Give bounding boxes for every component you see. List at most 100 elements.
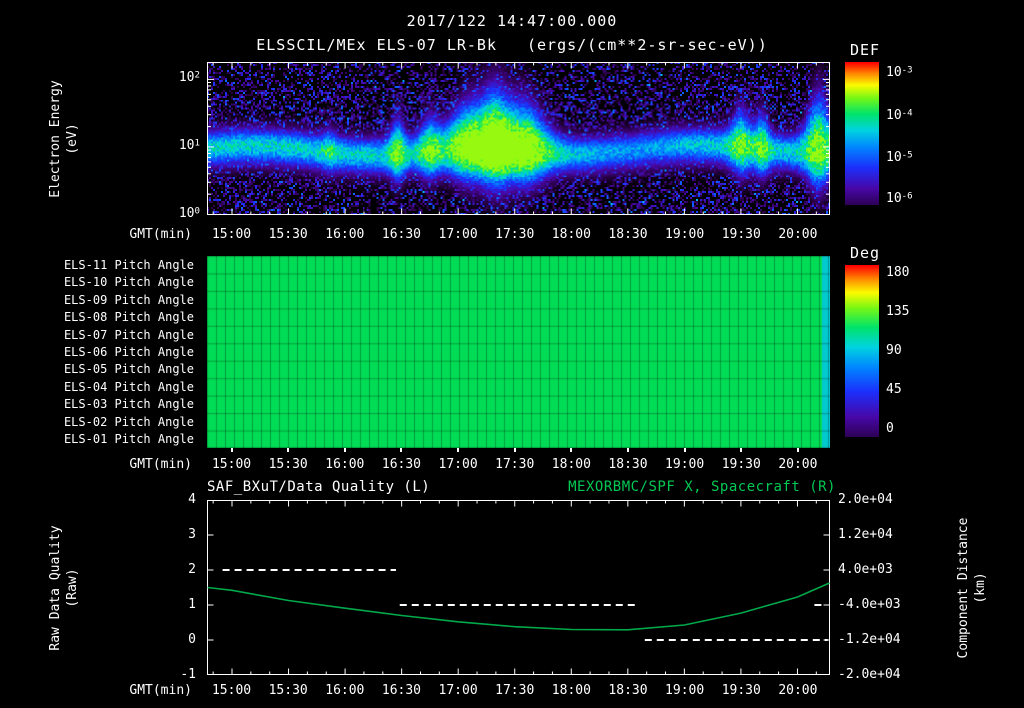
quality-tick-label: 1	[188, 597, 196, 612]
pitch-row-label: ELS-10 Pitch Angle	[63, 275, 194, 290]
colorbar-tick-label: 10-4	[886, 108, 913, 124]
time-tick-label: 20:00	[778, 683, 818, 698]
time-tick-label: 18:00	[551, 457, 591, 472]
energy-tick-label: 100	[178, 206, 200, 221]
quality-y-axis-label: Raw Data Quality (Raw)	[47, 525, 81, 650]
time-tick-label: 19:00	[665, 227, 705, 242]
spectrogram-panel	[207, 62, 830, 215]
time-tick-label: 18:00	[551, 683, 591, 698]
time-tick-label: 16:00	[325, 457, 365, 472]
time-tick-label: 18:30	[608, 457, 648, 472]
quality-y-axis-label-line2: (Raw)	[65, 568, 80, 608]
pitch-row-label: ELS-01 Pitch Angle	[63, 432, 194, 447]
bottom-title-right: MEXORBMC/SPF X, Spacecraft (R)	[568, 479, 836, 495]
pitch-angle-panel	[207, 256, 830, 448]
pitch-row-label: ELS-06 Pitch Angle	[63, 345, 194, 359]
time-tick-label: 16:00	[325, 683, 365, 698]
pitch-row-label: ELS-07 Pitch Angle	[63, 327, 194, 342]
time-tick-label: 17:30	[495, 457, 535, 472]
pitch-axis-tick	[740, 448, 743, 452]
pitch-axis-tick	[626, 448, 629, 452]
pitch-axis-tick	[683, 448, 686, 452]
quality-y-axis-label-line1: Raw Data Quality	[48, 525, 63, 651]
energy-tick-label: 101	[178, 138, 200, 153]
pitch-axis-tick	[400, 448, 403, 452]
spectrogram-y-axis-label: Electron Energy (eV)	[47, 80, 81, 197]
distance-tick-label: 1.2e+04	[838, 527, 893, 542]
pitch-axis-tick	[796, 448, 799, 452]
pitch-row-label: ELS-04 Pitch Angle	[63, 379, 194, 394]
pitch-row-labels: ELS-11 Pitch Angle ELS-10 Pitch Angle ELS-…	[0, 256, 200, 448]
spectrogram-y-axis-label-line1: Electron Energy	[48, 80, 63, 198]
time-tick-label: 16:00	[325, 227, 365, 242]
colorbar-tick-label: 10-6	[886, 190, 913, 206]
quality-axis-ticks: 4 3 2 1 0 -1	[120, 492, 196, 682]
time-tick-label: 15:00	[211, 683, 252, 698]
time-tick-label: 19:30	[721, 457, 761, 472]
pitch-axis-tick	[230, 448, 233, 452]
time-tick-label: 20:00	[778, 457, 818, 472]
time-tick-label: 15:00	[211, 457, 252, 472]
distance-tick-label: -4.0e+03	[838, 597, 901, 612]
pitch-row-label: ELS-08 Pitch Angle	[63, 310, 194, 325]
time-tick-label: 17:30	[495, 227, 535, 242]
distance-tick-label: 2.0e+04	[838, 492, 893, 507]
deg-colorbar-title: Deg	[850, 244, 881, 262]
colorbar-tick-label: 10-3	[886, 65, 913, 81]
science-plot-screen: 2017/122 14:47:00.000 ELSSCIL/MEx ELS-07…	[0, 0, 1024, 708]
distance-axis-ticks: 2.0e+04 1.2e+04 4.0e+03 -4.0e+03 -1.2e+04 -2.…	[838, 492, 928, 682]
colorbar-tick-label: 90	[886, 343, 902, 358]
time-tick-label: 16:30	[381, 683, 422, 698]
time-tick-label: 15:30	[268, 227, 308, 242]
instrument-title: ELSSCIL/MEx ELS-07 LR-Bk	[256, 36, 497, 54]
distance-y-axis-label: Component Distance (km)	[955, 518, 989, 659]
bottom-panel-titles: SAF_BXuT/Data Quality (L) MEXORBMC/SPF X…	[207, 479, 836, 495]
time-tick-label: 20:00	[778, 227, 818, 242]
quality-tick-label: 2	[188, 562, 196, 577]
time-tick-label: 15:30	[268, 457, 308, 472]
time-tick-label: 16:30	[381, 227, 422, 242]
time-tick-label: 17:00	[438, 227, 478, 242]
pitch-row-label: ELS-03 Pitch Angle	[63, 397, 194, 412]
timestamp-title: 2017/122 14:47:00.000	[406, 12, 618, 30]
time-axis-pitch: GMT(min) 15:00 15:30 16:00 16:30 17:00 17:30 1…	[0, 457, 1024, 473]
quality-tick-label: -1	[180, 667, 196, 682]
time-tick-label: 17:30	[495, 683, 535, 698]
pitch-axis-tick	[513, 448, 516, 452]
colorbar-tick-label: 10-5	[886, 149, 913, 165]
gmt-axis-label: GMT(min)	[129, 227, 192, 242]
distance-tick-label: 4.0e+03	[838, 562, 893, 577]
colorbar-tick-label: 135	[886, 303, 910, 319]
pitch-row-label: ELS-11 Pitch Angle	[63, 257, 194, 272]
colorbar-tick-label: 0	[886, 420, 894, 436]
pitch-row-label: ELS-02 Pitch Angle	[63, 414, 194, 429]
quality-tick-label: 4	[188, 492, 196, 507]
deg-colorbar-ticks: 180 135 90 45 0	[886, 265, 956, 437]
spectrogram-y-axis-label-line2: (eV)	[65, 123, 80, 155]
colorbar-tick-label: 180	[886, 265, 910, 281]
quality-tick-label: 3	[188, 527, 196, 542]
quality-tick-label: 0	[188, 632, 196, 647]
time-tick-label: 15:00	[211, 227, 252, 242]
pitch-row-label: ELS-05 Pitch Angle	[63, 362, 194, 377]
time-tick-label: 19:30	[721, 227, 761, 242]
distance-tick-label: -1.2e+04	[838, 632, 901, 647]
def-colorbar-title: DEF	[850, 41, 881, 59]
gmt-axis-label: GMT(min)	[129, 683, 192, 698]
quality-distance-chart	[207, 500, 830, 675]
time-tick-label: 18:30	[608, 227, 648, 242]
def-colorbar	[845, 62, 879, 205]
time-axis-spectrogram: GMT(min) 15:00 15:30 16:00 16:30 17:00 17:30 1…	[0, 227, 1024, 243]
bottom-title-left: SAF_BXuT/Data Quality (L)	[207, 479, 431, 495]
time-axis-bottom: GMT(min) 15:00 15:30 16:00 16:30 17:00 17:30 1…	[0, 683, 1024, 699]
def-colorbar-ticks: 10-3 10-4 10-5 10-6	[886, 62, 956, 205]
time-tick-label: 18:00	[551, 227, 591, 242]
spectrogram-y-ticks: 102 101 100	[140, 62, 200, 222]
spectrogram-axes	[207, 62, 830, 215]
pitch-angle-heatmap	[207, 256, 830, 448]
time-tick-label: 15:30	[268, 683, 308, 698]
time-tick-label: 17:00	[438, 683, 478, 698]
units-label: (ergs/(cm**2-sr-sec-eV))	[527, 36, 768, 54]
pitch-axis-tick	[343, 448, 346, 452]
distance-tick-label: -2.0e+04	[838, 667, 901, 682]
